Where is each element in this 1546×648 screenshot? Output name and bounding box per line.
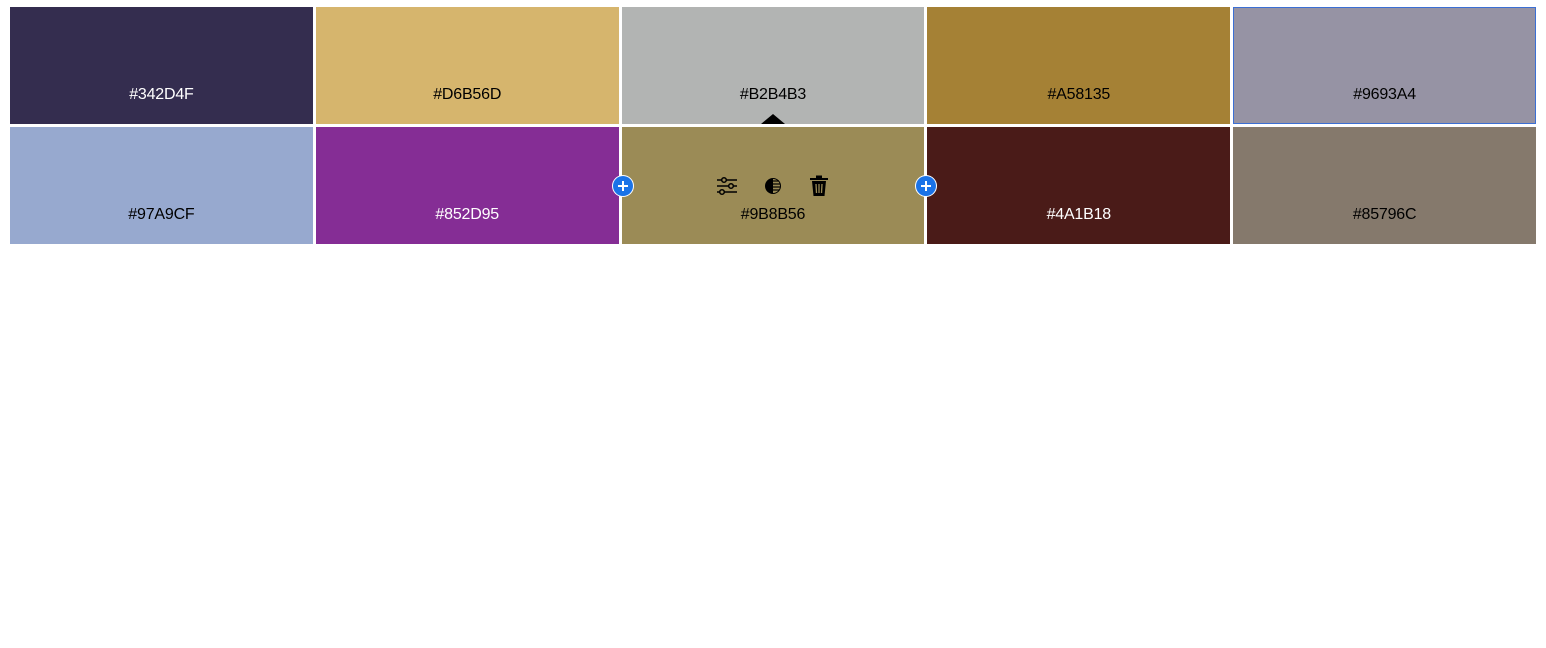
palette-grid: #342D4F #D6B56D #B2B4B3 #A58135 #9693A4 …	[10, 7, 1536, 244]
color-swatch[interactable]: #D6B56D	[315, 7, 619, 124]
color-swatch[interactable]: #342D4F	[10, 7, 313, 124]
color-swatch[interactable]: #85796C	[1233, 127, 1536, 244]
caret-up-icon	[760, 114, 785, 124]
plus-circle-icon	[921, 181, 931, 191]
trash-icon[interactable]	[808, 175, 830, 197]
color-swatch-active[interactable]: #9B8B56	[621, 127, 925, 244]
swatch-hex-label: #4A1B18	[1046, 206, 1112, 223]
swatch-hex-label: #9693A4	[1353, 86, 1416, 103]
add-color-left-button[interactable]	[613, 176, 633, 196]
swatch-hex-label: #85796C	[1352, 206, 1417, 223]
color-swatch[interactable]: #A58135	[927, 7, 1231, 124]
swatch-hex-label: #342D4F	[129, 86, 194, 103]
swatch-hex-label: #A58135	[1047, 86, 1111, 103]
color-swatch-selected[interactable]: #9693A4	[1233, 7, 1536, 124]
color-swatch[interactable]: #97A9CF	[10, 127, 313, 244]
color-swatch[interactable]: #852D95	[315, 127, 619, 244]
swatch-hex-label: #852D95	[435, 206, 499, 223]
contrast-icon[interactable]	[762, 175, 784, 197]
color-swatch[interactable]: #4A1B18	[927, 127, 1231, 244]
color-swatch[interactable]: #B2B4B3	[621, 7, 925, 124]
swatch-hex-label: #B2B4B3	[739, 86, 807, 103]
swatch-hex-label: #D6B56D	[433, 86, 502, 103]
swatch-toolbar	[622, 175, 925, 197]
swatch-hex-label: #9B8B56	[740, 206, 806, 223]
plus-circle-icon	[618, 181, 628, 191]
swatch-hex-label: #97A9CF	[128, 206, 195, 223]
adjust-sliders-icon[interactable]	[716, 175, 738, 197]
add-color-right-button[interactable]	[916, 176, 936, 196]
